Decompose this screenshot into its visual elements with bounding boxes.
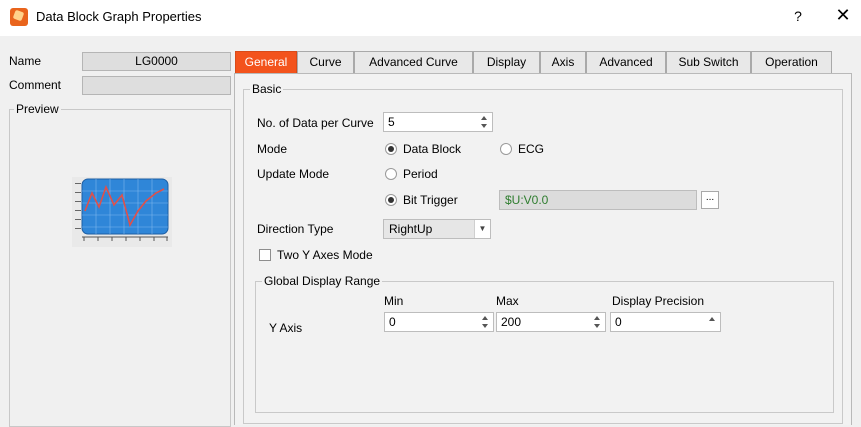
graph-preview-image [72,177,172,247]
direction-type-label: Direction Type [257,222,334,236]
y-axis-label: Y Axis [269,321,303,335]
update-mode-label: Update Mode [257,167,330,181]
tab-operation[interactable]: Operation [751,51,832,73]
tab-advanced-curve[interactable]: Advanced Curve [354,51,473,73]
max-header: Max [496,294,519,308]
min-header: Min [384,294,404,308]
update-bit-trigger-label[interactable]: Bit Trigger [403,193,458,207]
tab-general[interactable]: General [235,51,297,73]
comment-label: Comment [9,78,62,92]
spinner-arrows-icon[interactable] [593,314,601,330]
y-axis-min-spinner[interactable]: 0 [384,312,494,332]
comment-field[interactable] [82,76,231,95]
update-bit-trigger-radio[interactable] [385,194,397,206]
mode-data-block-label[interactable]: Data Block [403,142,461,156]
preview-group: Preview [9,102,231,427]
direction-type-select[interactable]: RightUp ▼ [383,219,491,239]
close-button[interactable]: ✕ [833,5,853,26]
bit-trigger-address-field[interactable]: $U:V0.0 [499,190,697,210]
mode-ecg-radio[interactable] [500,143,512,155]
global-display-range-legend: Global Display Range [262,274,383,288]
y-axis-max-spinner[interactable]: 200 [496,312,606,332]
display-precision-value: 0 [615,315,622,329]
name-field[interactable]: LG0000 [82,52,231,71]
y-axis-max-value: 200 [501,315,522,329]
data-per-curve-label: No. of Data per Curve [257,116,374,130]
data-per-curve-spinner[interactable]: 5 [383,112,493,132]
two-y-axes-checkbox[interactable] [259,249,271,261]
display-precision-spinner[interactable]: 0 [610,312,721,332]
name-label: Name [9,54,42,68]
window-title: Data Block Graph Properties [36,9,202,24]
tab-curve[interactable]: Curve [297,51,354,73]
basic-legend: Basic [250,82,284,96]
y-axis-min-value: 0 [389,315,396,329]
mode-label: Mode [257,142,288,156]
chevron-up-icon[interactable] [708,314,716,330]
chevron-down-icon[interactable]: ▼ [474,220,490,238]
mode-data-block-radio[interactable] [385,143,397,155]
display-precision-header: Display Precision [612,294,705,308]
preview-label: Preview [14,102,61,116]
data-per-curve-value: 5 [388,115,395,129]
left-panel: Name LG0000 Comment Preview [0,36,233,427]
direction-type-value: RightUp [389,222,433,236]
app-logo-icon [10,8,28,26]
title-bar: Data Block Graph Properties ? ✕ [0,0,861,36]
tab-axis[interactable]: Axis [540,51,586,73]
two-y-axes-label[interactable]: Two Y Axes Mode [277,248,373,262]
browse-address-button[interactable]: ... [701,191,719,209]
update-period-radio[interactable] [385,168,397,180]
mode-ecg-label[interactable]: ECG [518,142,544,156]
spinner-arrows-icon[interactable] [480,114,488,130]
global-display-range-group: Global Display Range [255,274,834,413]
spinner-arrows-icon[interactable] [481,314,489,330]
help-button[interactable]: ? [790,8,806,24]
update-period-label[interactable]: Period [403,167,438,181]
general-tab-content: Basic No. of Data per Curve 5 Mode Data … [234,73,852,425]
tab-display[interactable]: Display [473,51,540,73]
tab-sub-switch[interactable]: Sub Switch [666,51,751,73]
tab-advanced[interactable]: Advanced [586,51,666,73]
